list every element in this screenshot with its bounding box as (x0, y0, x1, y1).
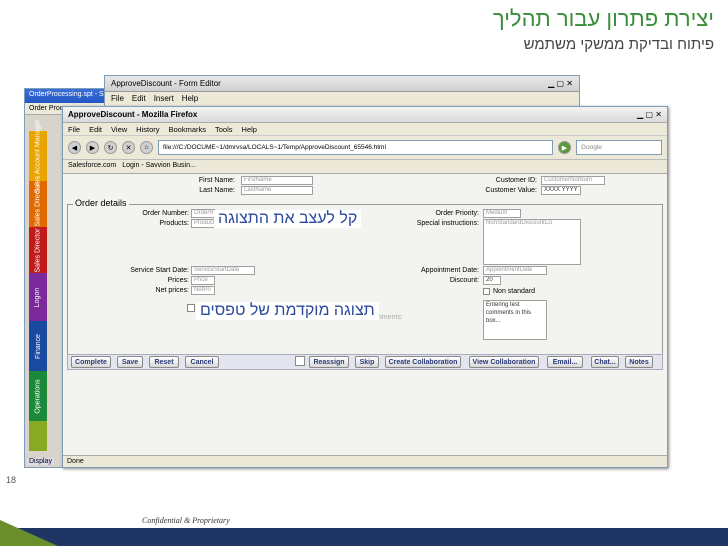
chat-button[interactable]: Chat... (591, 356, 619, 368)
easy-design-callout: קל לעצב את התצוגה (214, 210, 362, 228)
bookmark-salesforce[interactable]: Salesforce.com (68, 162, 116, 171)
menu-edit[interactable]: Edit (89, 125, 102, 134)
firefox-menubar: File Edit View History Bookmarks Tools H… (63, 123, 667, 136)
net-prices-field[interactable]: NetPri (191, 286, 215, 295)
firefox-title: ApproveDiscount - Mozilla Firefox (68, 110, 198, 119)
form-editor-menu: File Edit Insert Help (105, 92, 579, 105)
customer-value-field[interactable]: XXXX YYYY (541, 186, 581, 195)
discount-field[interactable]: 20 (483, 276, 501, 285)
special-instructions-field[interactable]: NonStandardDiscountCo (483, 219, 581, 265)
order-priority-select[interactable]: Medium (483, 209, 521, 218)
footer-bar (0, 528, 728, 546)
fe-menu-file[interactable]: File (111, 94, 124, 103)
row-checkbox[interactable] (295, 356, 305, 366)
customer-value-label: Customer Value: (485, 187, 537, 194)
row-checkbox[interactable] (187, 304, 195, 312)
last-name-field[interactable]: LastName (241, 186, 313, 195)
page-number: 18 (6, 475, 17, 485)
reload-icon[interactable]: ↻ (104, 141, 117, 154)
stop-icon[interactable]: ✕ (122, 141, 135, 154)
products-label: Products: (159, 220, 189, 227)
bookmark-savvion-login[interactable]: Login - Savvion Busin... (122, 162, 196, 171)
menu-file[interactable]: File (68, 125, 80, 134)
email-button[interactable]: Email... (547, 356, 583, 368)
net-prices-label: Net prices: (155, 287, 189, 294)
service-start-field[interactable]: ServiceStartDate (191, 266, 255, 275)
order-priority-label: Order Priority: (435, 210, 479, 217)
fe-menu-insert[interactable]: Insert (154, 94, 174, 103)
slide-title: יצירת פתרון עבור תהליך (492, 6, 714, 31)
last-name-label: Last Name: (199, 187, 235, 194)
firefox-statusbar: Done (63, 455, 667, 467)
form-preview-callout: תצוגה מוקדמת של טפסים (196, 302, 379, 320)
prices-label: Prices: (167, 277, 189, 284)
swimlane-logon[interactable]: Logon (29, 273, 47, 321)
order-number-label: Order Number: (142, 210, 189, 217)
swimlane-sales-account-manager[interactable]: Sales Account Manager (29, 119, 47, 193)
swimlane-finance[interactable]: Finance (29, 321, 47, 371)
customer-id-label: Customer ID: (495, 177, 537, 184)
home-icon[interactable]: ⌂ (140, 141, 153, 154)
slide-subtitle: פיתוח ובדיקת ממשקי משתמש (523, 36, 714, 53)
process-designer-status: Display (27, 458, 54, 465)
firefox-titlebar: ApproveDiscount - Mozilla Firefox ▁ ▢ ✕ (63, 107, 667, 123)
window-controls-icon[interactable]: ▁ ▢ ✕ (548, 79, 573, 88)
non-standard-label: Non standard (493, 288, 536, 295)
special-instructions-label: Special instructions: (416, 220, 479, 227)
menu-history[interactable]: History (136, 125, 159, 134)
create-collaboration-button[interactable]: Create Collaboration (385, 356, 461, 368)
order-details-legend: Order details (73, 198, 129, 208)
menu-view[interactable]: View (111, 125, 127, 134)
form-editor-titlebar: ApproveDiscount - Form Editor ▁ ▢ ✕ (105, 76, 579, 92)
navigation-toolbar: ◀ ▶ ↻ ✕ ⌂ file:///C:/DOCUME~1/dmrvsa/LOC… (63, 136, 667, 160)
notes-button[interactable]: Notes (625, 356, 653, 368)
search-input[interactable]: Google (576, 140, 662, 155)
fe-menu-help[interactable]: Help (182, 94, 198, 103)
swimlane-extra[interactable] (29, 421, 47, 451)
complete-button[interactable]: Complete (71, 356, 111, 368)
discount-label: Discount: (449, 277, 479, 284)
window-controls-icon[interactable]: ▁ ▢ ✕ (637, 110, 662, 119)
swimlane-tabs: Sales Account Manager Sales Director Sal… (29, 119, 47, 461)
skip-button[interactable]: Skip (355, 356, 379, 368)
firefox-window: ApproveDiscount - Mozilla Firefox ▁ ▢ ✕ … (62, 106, 668, 468)
appointment-field[interactable]: AppointmentDate (483, 266, 547, 275)
confidential-notice: Confidential & Proprietary (142, 516, 230, 525)
service-start-label: Service Start Date: (130, 267, 189, 274)
prices-field[interactable]: Price (191, 276, 215, 285)
bookmarks-toolbar: Salesforce.com Login - Savvion Busin... (63, 160, 667, 174)
menu-help[interactable]: Help (242, 125, 257, 134)
non-standard-checkbox[interactable] (483, 288, 490, 295)
comments-field[interactable]: Entering test comments in this box... (483, 300, 547, 340)
go-icon[interactable]: ▶ (558, 141, 571, 154)
view-collaboration-button[interactable]: View Collaboration (469, 356, 539, 368)
menu-tools[interactable]: Tools (215, 125, 233, 134)
reassign-button[interactable]: Reassign (309, 356, 349, 368)
cancel-button[interactable]: Cancel (185, 356, 219, 368)
forward-icon[interactable]: ▶ (86, 141, 99, 154)
swimlane-operations[interactable]: Operations (29, 371, 47, 421)
form-editor-title: ApproveDiscount - Form Editor (111, 79, 221, 88)
first-name-label: First Name: (198, 177, 235, 184)
address-bar[interactable]: file:///C:/DOCUME~1/dmrvsa/LOCALS~1/Temp… (158, 140, 553, 155)
save-button[interactable]: Save (117, 356, 143, 368)
customer-id-field[interactable]: CustomerNotNum (541, 176, 605, 185)
menu-bookmarks[interactable]: Bookmarks (169, 125, 207, 134)
appointment-label: Appointment Date: (421, 267, 479, 274)
footer-accent (0, 520, 58, 546)
reset-button[interactable]: Reset (149, 356, 179, 368)
order-number-field[interactable]: OrderR (191, 209, 215, 218)
back-icon[interactable]: ◀ (68, 141, 81, 154)
first-name-field[interactable]: FirstName (241, 176, 313, 185)
swimlane-sales-director-2[interactable]: Sales Director (29, 227, 47, 273)
swimlane-sales-director[interactable]: Sales Director (29, 181, 47, 227)
fe-menu-edit[interactable]: Edit (132, 94, 146, 103)
